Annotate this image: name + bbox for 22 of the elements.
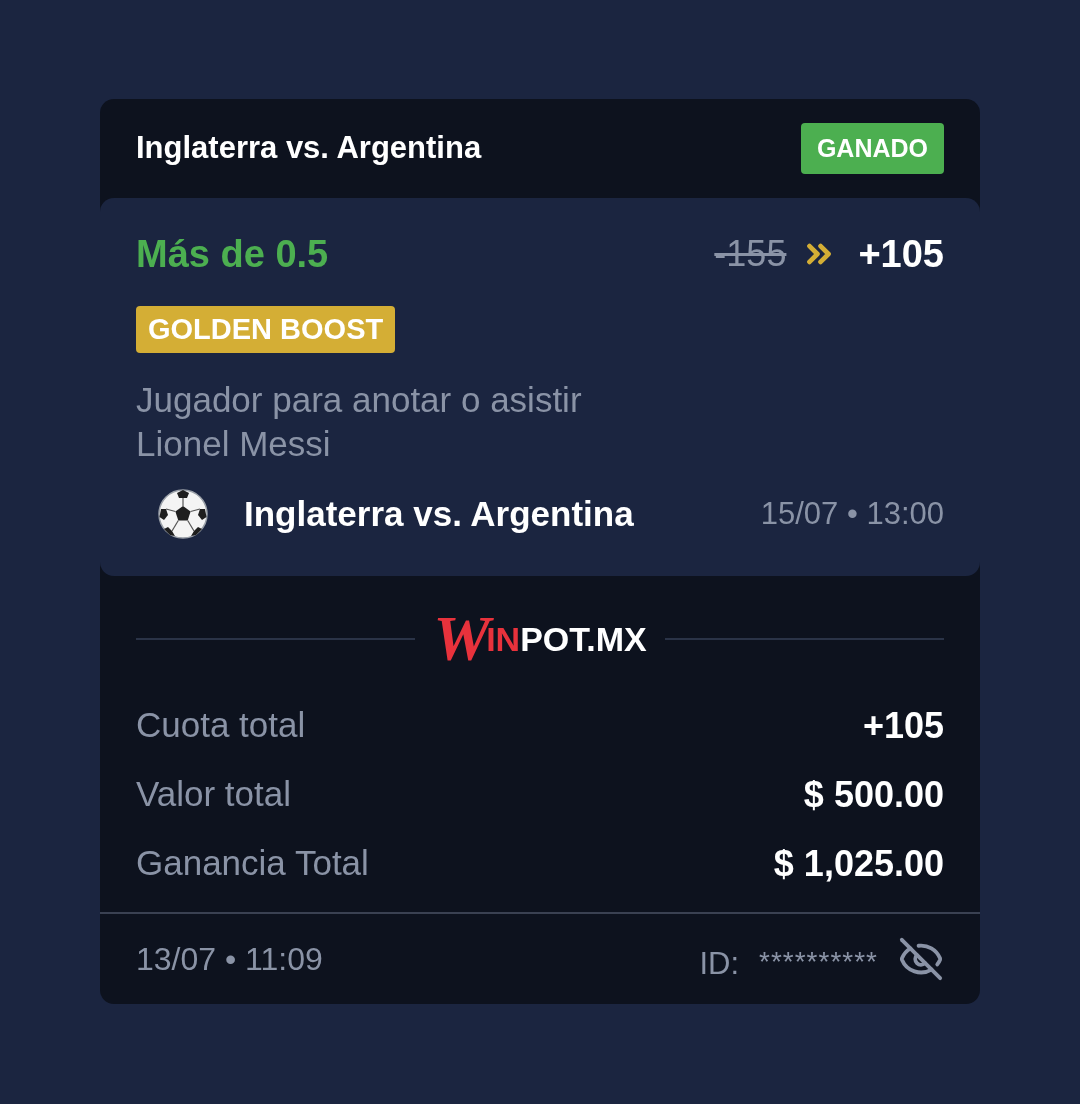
summary-value: +105	[862, 703, 944, 748]
id-label: ID:	[699, 944, 740, 983]
old-odds: -155	[714, 232, 787, 276]
match-title: Inglaterra vs. Argentina	[136, 129, 482, 168]
soccer-ball-icon	[158, 489, 208, 539]
summary-label: Valor total	[136, 773, 291, 816]
eye-off-icon	[898, 936, 944, 982]
summary-label: Cuota total	[136, 704, 306, 747]
market-name: Más de 0.5	[136, 231, 329, 277]
summary-label: Ganancia Total	[136, 842, 369, 885]
id-value: **********	[759, 945, 878, 979]
summary-value: $ 1,025.00	[773, 841, 944, 886]
event-time: 15/07 • 13:00	[760, 494, 944, 533]
status-badge: GANADO	[800, 123, 944, 174]
player-name: Lionel Messi	[136, 423, 332, 465]
bet-description: Jugador para anotar o asistir	[136, 379, 583, 421]
boost-badge: GOLDEN BOOST	[136, 306, 396, 353]
event-title: Inglaterra vs. Argentina	[244, 492, 634, 535]
summary-value: $ 500.00	[803, 772, 944, 817]
placed-time: 13/07 • 11:09	[136, 940, 323, 979]
boosted-odds: +105	[858, 231, 944, 277]
hide-id-button[interactable]	[898, 936, 944, 982]
